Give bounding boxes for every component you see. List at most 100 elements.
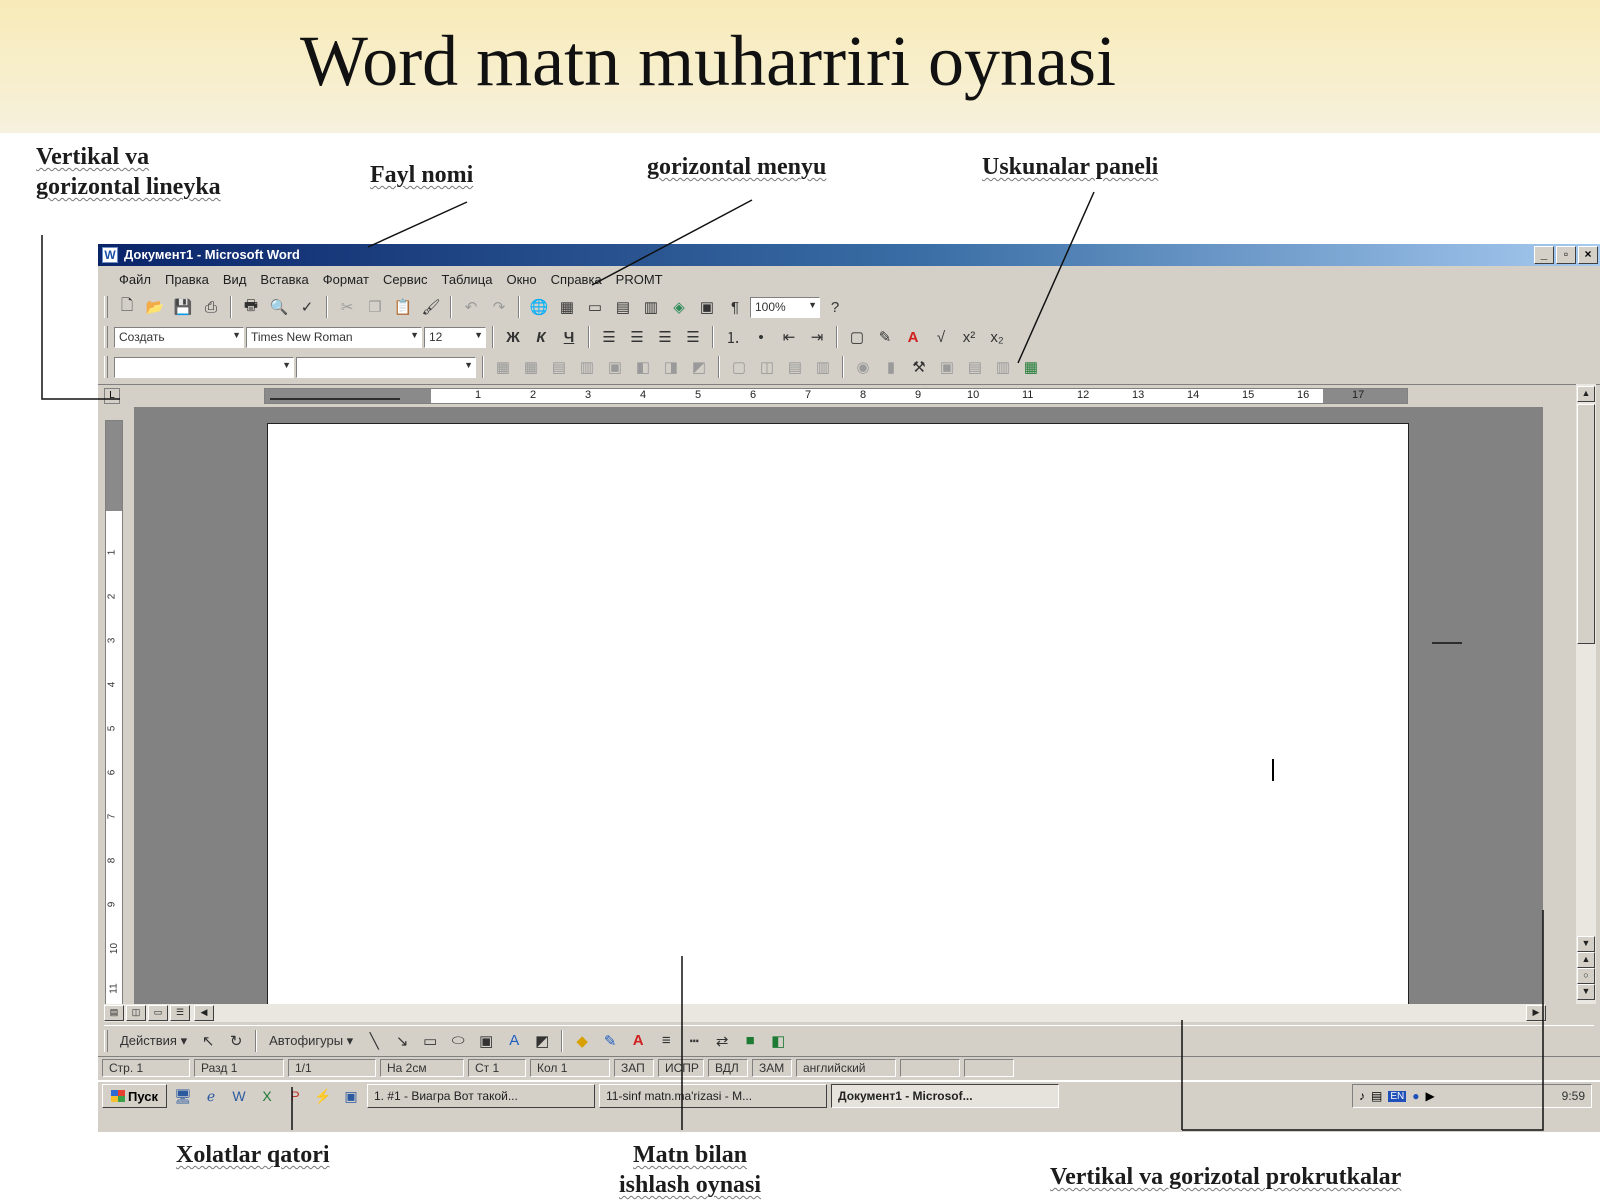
undo-icon[interactable]: ↶ <box>458 295 484 319</box>
menu-help[interactable]: Справка <box>544 272 609 287</box>
rectangle-icon[interactable]: ▭ <box>417 1029 443 1053</box>
chart-tool-icon[interactable]: ▥ <box>574 355 600 379</box>
hyperlink-icon[interactable]: 🌐 <box>526 295 552 319</box>
document-page[interactable] <box>267 423 1409 1004</box>
status-spelling[interactable] <box>900 1058 960 1077</box>
equation-icon[interactable]: √ <box>928 325 954 349</box>
excel-sheet-icon[interactable]: ▦ <box>1018 355 1044 379</box>
internet-explorer-icon[interactable]: ℯ <box>199 1084 223 1108</box>
word-quicklaunch-icon[interactable]: W <box>227 1084 251 1108</box>
align-right-icon[interactable]: ☰ <box>652 325 678 349</box>
show-formatting-icon[interactable]: ¶ <box>722 295 748 319</box>
select-objects-icon[interactable]: ↖ <box>195 1029 221 1053</box>
bullets-icon[interactable]: • <box>748 325 774 349</box>
menu-promt[interactable]: PROMT <box>609 272 670 287</box>
tab-selector-icon[interactable]: L <box>104 388 120 404</box>
document-map-icon[interactable]: ▣ <box>694 295 720 319</box>
scroll-thumb[interactable] <box>1577 404 1595 644</box>
open-folder-icon[interactable]: 📂 <box>142 295 168 319</box>
toolbar-grip[interactable] <box>104 1029 108 1052</box>
normal-view-icon[interactable]: ▤ <box>104 1005 124 1021</box>
oval-icon[interactable]: ⬭ <box>445 1029 471 1053</box>
tray-app-icon[interactable]: ● <box>1412 1089 1419 1103</box>
line-icon[interactable]: ╲ <box>361 1029 387 1053</box>
minimize-button[interactable]: _ <box>1534 246 1554 264</box>
next-page-icon[interactable]: ▼ <box>1577 984 1595 1000</box>
justify-icon[interactable]: ☰ <box>680 325 706 349</box>
picture-tool-icon[interactable]: ▥ <box>810 355 836 379</box>
menu-table[interactable]: Таблица <box>434 272 499 287</box>
columns-icon[interactable]: ▥ <box>638 295 664 319</box>
redo-icon[interactable]: ↷ <box>486 295 512 319</box>
toolbar-grip[interactable] <box>104 326 108 348</box>
picture-tool-icon[interactable]: ◫ <box>754 355 780 379</box>
italic-icon[interactable]: К <box>528 325 554 349</box>
macro-tool-icon[interactable]: ◉ <box>850 355 876 379</box>
zoom-combo[interactable]: 100% ▼ <box>750 296 820 318</box>
rotate-icon[interactable]: ↻ <box>223 1029 249 1053</box>
show-desktop-icon[interactable]: 🖥 <box>171 1084 195 1108</box>
align-center-icon[interactable]: ☰ <box>624 325 650 349</box>
toolbar-grip[interactable] <box>104 296 108 318</box>
menu-file[interactable]: Файл <box>112 272 158 287</box>
align-left-icon[interactable]: ☰ <box>596 325 622 349</box>
scroll-right-icon[interactable]: ▶ <box>1526 1005 1546 1021</box>
status-ovr[interactable]: ЗАМ <box>752 1058 792 1077</box>
network-tray-icon[interactable]: ▤ <box>1371 1089 1382 1103</box>
insert-table-icon[interactable]: ▭ <box>582 295 608 319</box>
picture-tool-icon[interactable]: ▤ <box>962 355 988 379</box>
clipart-icon[interactable]: ◩ <box>529 1029 555 1053</box>
word-app-icon[interactable]: W <box>102 247 118 263</box>
status-trk[interactable]: ИСПР <box>658 1058 704 1077</box>
permission-icon[interactable]: ⎙ <box>198 295 224 319</box>
print-preview-icon[interactable]: 🔍 <box>266 295 292 319</box>
table-tool-icon[interactable]: ▦ <box>490 355 516 379</box>
font-combo[interactable]: Times New Roman ▼ <box>246 326 422 348</box>
tools-icon[interactable]: ⚒ <box>906 355 932 379</box>
toolbar-combo-2[interactable]: ▼ <box>296 356 476 378</box>
form-tool-icon[interactable]: ◨ <box>658 355 684 379</box>
taskbar-item[interactable]: 11-sinf matn.ma'rizasi - M... <box>599 1084 827 1108</box>
wordart-icon[interactable]: A <box>501 1029 527 1053</box>
scroll-left-icon[interactable]: ◀ <box>194 1005 214 1021</box>
numbering-icon[interactable]: ⒈ <box>720 325 746 349</box>
title-bar[interactable]: W Документ1 - Microsoft Word _ ▫ × <box>98 244 1600 266</box>
menu-window[interactable]: Окно <box>499 272 543 287</box>
outline-view-icon[interactable]: ☰ <box>170 1005 190 1021</box>
toolbar-combo-1[interactable]: ▼ <box>114 356 294 378</box>
volume-icon[interactable]: ♪ <box>1359 1089 1365 1103</box>
superscript-icon[interactable]: x² <box>956 325 982 349</box>
line-color-icon[interactable]: ✎ <box>597 1029 623 1053</box>
bold-icon[interactable]: Ж <box>500 325 526 349</box>
form-tool-icon[interactable]: ◩ <box>686 355 712 379</box>
dash-style-icon[interactable]: ┅ <box>681 1029 707 1053</box>
picture-tool-icon[interactable]: ▣ <box>934 355 960 379</box>
taskbar-item[interactable]: 1. #1 - Виагра Вот такой... <box>367 1084 595 1108</box>
font-color-icon[interactable]: A <box>625 1029 651 1053</box>
taskbar-item-active[interactable]: Документ1 - Microsof... <box>831 1084 1059 1108</box>
shadow-icon[interactable]: ■ <box>737 1029 763 1053</box>
drawing-icon[interactable]: ◈ <box>666 295 692 319</box>
draw-actions-menu[interactable]: Действия ▾ <box>114 1033 193 1049</box>
restore-button[interactable]: ▫ <box>1556 246 1576 264</box>
web-view-icon[interactable]: ◫ <box>126 1005 146 1021</box>
network-icon[interactable]: ⚡ <box>311 1084 335 1108</box>
arrow-style-icon[interactable]: ⇄ <box>709 1029 735 1053</box>
font-color-icon[interactable]: A <box>900 325 926 349</box>
underline-icon[interactable]: Ч <box>556 325 582 349</box>
picture-tool-icon[interactable]: ▥ <box>990 355 1016 379</box>
line-style-icon[interactable]: ≡ <box>653 1029 679 1053</box>
horizontal-scrollbar[interactable]: ▤ ◫ ▭ ☰ ◀ ▶ <box>104 1004 1546 1022</box>
font-size-combo[interactable]: 12 ▼ <box>424 326 486 348</box>
browse-object-icon[interactable]: ○ <box>1577 968 1595 984</box>
fill-color-icon[interactable]: ◆ <box>569 1029 595 1053</box>
status-rec[interactable]: ЗАП <box>614 1058 654 1077</box>
new-document-icon[interactable]: 🗋 <box>114 295 140 319</box>
excel-quicklaunch-icon[interactable]: X <box>255 1084 279 1108</box>
picture-tool-icon[interactable]: ▢ <box>726 355 752 379</box>
start-button[interactable]: Пуск <box>102 1084 167 1108</box>
spelling-icon[interactable]: ✓ <box>294 295 320 319</box>
arrow-icon[interactable]: ↘ <box>389 1029 415 1053</box>
scroll-up-icon[interactable]: ▲ <box>1577 386 1595 402</box>
language-tray-icon[interactable]: EN <box>1388 1090 1407 1102</box>
